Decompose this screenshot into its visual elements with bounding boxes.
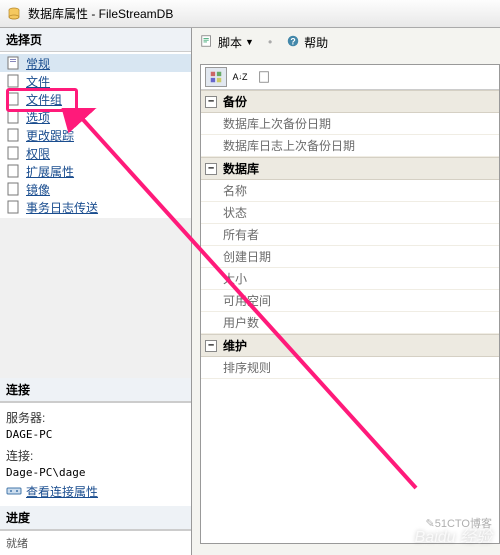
property-row[interactable]: 创建日期 bbox=[201, 246, 499, 268]
property-category[interactable]: −备份 bbox=[201, 90, 499, 113]
property-row[interactable]: 所有者 bbox=[201, 224, 499, 246]
collapse-toggle-icon[interactable]: − bbox=[205, 340, 217, 352]
progress-header: 进度 bbox=[0, 506, 191, 530]
script-label: 脚本 bbox=[218, 34, 242, 51]
nav-item-options[interactable]: 选项 bbox=[0, 108, 191, 126]
collapse-toggle-icon[interactable]: − bbox=[205, 96, 217, 108]
database-icon bbox=[6, 6, 22, 22]
server-value: DAGE-PC bbox=[6, 428, 185, 445]
alphabetical-button[interactable]: A↓Z bbox=[229, 67, 251, 87]
categorized-button[interactable] bbox=[205, 67, 227, 87]
collapse-toggle-icon[interactable]: − bbox=[205, 163, 217, 175]
property-grid: A↓Z −备份数据库上次备份日期数据库日志上次备份日期−数据库名称状态所有者创建… bbox=[200, 64, 500, 544]
nav-item-mirroring[interactable]: 镜像 bbox=[0, 180, 191, 198]
toolbar-separator: • bbox=[268, 35, 272, 49]
content-pane: 脚本 ▼ • ? 帮助 A↓Z −备份数据库上次备份日期数据库日志上次备份日期−… bbox=[192, 28, 500, 555]
connection-panel: 服务器: DAGE-PC 连接: Dage-PC\dage 查看连接属性 bbox=[0, 402, 191, 507]
nav-item-permissions[interactable]: 权限 bbox=[0, 144, 191, 162]
property-row[interactable]: 数据库日志上次备份日期 bbox=[201, 135, 499, 157]
nav-label: 镜像 bbox=[26, 181, 50, 198]
property-pages-button[interactable] bbox=[253, 67, 275, 87]
page-icon bbox=[6, 109, 22, 125]
nav-item-general[interactable]: 常规 bbox=[0, 54, 191, 72]
category-label: 备份 bbox=[223, 93, 247, 110]
page-icon bbox=[6, 163, 22, 179]
nav-item-extended[interactable]: 扩展属性 bbox=[0, 162, 191, 180]
connection-icon bbox=[6, 483, 22, 499]
script-icon bbox=[200, 34, 214, 51]
nav-label: 选项 bbox=[26, 109, 50, 126]
property-row[interactable]: 可用空间 bbox=[201, 290, 499, 312]
property-row[interactable]: 用户数 bbox=[201, 312, 499, 334]
nav-item-tracking[interactable]: 更改跟踪 bbox=[0, 126, 191, 144]
sidebar: 选择页 常规 文件 文件组 选项 更改跟踪 bbox=[0, 28, 192, 555]
category-label: 数据库 bbox=[223, 160, 259, 177]
conn-label: 连接: bbox=[6, 445, 185, 466]
view-connection-link[interactable]: 查看连接属性 bbox=[6, 483, 98, 500]
property-row[interactable]: 状态 bbox=[201, 202, 499, 224]
page-icon bbox=[6, 181, 22, 197]
property-row[interactable]: 大小 bbox=[201, 268, 499, 290]
help-label: 帮助 bbox=[304, 34, 328, 51]
page-icon bbox=[6, 73, 22, 89]
svg-text:?: ? bbox=[290, 36, 295, 46]
window-titlebar: 数据库属性 - FileStreamDB bbox=[0, 0, 500, 28]
help-icon: ? bbox=[286, 34, 300, 51]
nav-item-logshipping[interactable]: 事务日志传送 bbox=[0, 198, 191, 216]
nav-label: 事务日志传送 bbox=[26, 199, 98, 216]
page-icon bbox=[6, 91, 22, 107]
nav-item-files[interactable]: 文件 bbox=[0, 72, 191, 90]
connection-header: 连接 bbox=[0, 378, 191, 402]
progress-status: 就绪 bbox=[6, 538, 28, 550]
select-page-header: 选择页 bbox=[0, 28, 191, 52]
conn-value: Dage-PC\dage bbox=[6, 466, 185, 483]
nav-label: 文件组 bbox=[26, 91, 62, 108]
page-nav-list: 常规 文件 文件组 选项 更改跟踪 权限 bbox=[0, 52, 191, 218]
nav-label: 常规 bbox=[26, 55, 50, 72]
nav-label: 权限 bbox=[26, 145, 50, 162]
window-title: 数据库属性 - FileStreamDB bbox=[28, 5, 173, 22]
nav-label: 文件 bbox=[26, 73, 50, 90]
page-icon bbox=[6, 55, 22, 71]
page-icon bbox=[6, 145, 22, 161]
property-toolbar: A↓Z bbox=[201, 65, 499, 90]
nav-item-filegroups[interactable]: 文件组 bbox=[0, 90, 191, 108]
server-label: 服务器: bbox=[6, 407, 185, 428]
page-icon bbox=[6, 127, 22, 143]
page-icon bbox=[6, 199, 22, 215]
nav-label: 扩展属性 bbox=[26, 163, 74, 180]
property-row[interactable]: 排序规则 bbox=[201, 357, 499, 379]
nav-label: 更改跟踪 bbox=[26, 127, 74, 144]
view-connection-text: 查看连接属性 bbox=[26, 483, 98, 500]
property-row[interactable]: 数据库上次备份日期 bbox=[201, 113, 499, 135]
chevron-down-icon: ▼ bbox=[245, 37, 254, 47]
property-category[interactable]: −维护 bbox=[201, 334, 499, 357]
property-row[interactable]: 名称 bbox=[201, 180, 499, 202]
help-button[interactable]: ? 帮助 bbox=[286, 34, 328, 51]
category-label: 维护 bbox=[223, 337, 247, 354]
progress-panel: 就绪 bbox=[0, 530, 191, 555]
script-dropdown[interactable]: 脚本 ▼ bbox=[200, 34, 254, 51]
property-category[interactable]: −数据库 bbox=[201, 157, 499, 180]
content-toolbar: 脚本 ▼ • ? 帮助 bbox=[192, 28, 500, 56]
